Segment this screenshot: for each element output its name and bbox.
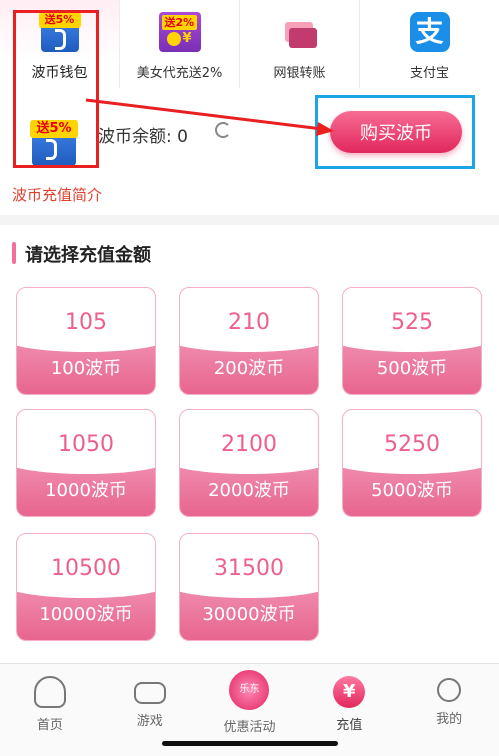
nav-profile-label: 我的 xyxy=(436,712,463,727)
amount-coins: 1000波币 xyxy=(45,480,127,501)
alipay-glyph: 支 xyxy=(409,12,450,52)
tab-wallet-label: 波币钱包 xyxy=(31,65,88,81)
tab-beauty-recharge-label: 美女代充送2% xyxy=(136,66,223,81)
amount-card[interactable]: 2100 2000波币 xyxy=(179,409,319,517)
nav-profile[interactable]: 我的 xyxy=(399,664,499,756)
home-icon xyxy=(33,676,66,708)
amount-section: 请选择充值金额 105 100波币 210 200波币 525 500波币 10… xyxy=(0,225,499,663)
amount-card[interactable]: 1050 1000波币 xyxy=(16,409,156,517)
amount-coins: 2000波币 xyxy=(208,480,290,501)
amount-price: 525 xyxy=(391,310,433,335)
balance-label: 波币余额: 0 xyxy=(98,127,188,147)
amount-price: 1050 xyxy=(58,432,114,457)
amount-coins: 200波币 xyxy=(213,358,285,379)
nav-promotions-label: 优惠活动 xyxy=(223,720,276,735)
nav-recharge-label: 充值 xyxy=(336,718,363,733)
wallet-bonus-badge: 送5% xyxy=(38,12,81,28)
wallet-icon: 送5% xyxy=(38,12,81,54)
amount-coins: 5000波币 xyxy=(371,480,453,501)
amount-card[interactable]: 31500 30000波币 xyxy=(179,533,319,641)
home-indicator xyxy=(162,741,338,746)
section-title-bar xyxy=(12,242,16,264)
gamepad-icon xyxy=(133,682,166,704)
amount-card[interactable]: 525 500波币 xyxy=(342,287,482,395)
tab-alipay[interactable]: 支 支付宝 xyxy=(360,0,499,88)
wallet-large-badge: 送5% xyxy=(30,120,78,138)
tab-wallet[interactable]: 送5% 波币钱包 xyxy=(0,0,120,88)
amount-price: 210 xyxy=(228,310,270,335)
tab-alipay-label: 支付宝 xyxy=(409,66,449,81)
amount-card[interactable]: 5250 5000波币 xyxy=(342,409,482,517)
amount-price: 105 xyxy=(65,310,107,335)
recharge-icon: ¥ xyxy=(333,676,366,708)
bank-card-icon xyxy=(279,12,321,54)
amount-coins: 100波币 xyxy=(50,358,122,379)
buy-coins-button[interactable]: 购买波币 xyxy=(330,111,462,153)
section-title: 请选择充值金额 xyxy=(25,245,151,266)
amount-price: 31500 xyxy=(214,556,284,581)
nav-games-label: 游戏 xyxy=(136,714,163,729)
tab-beauty-recharge[interactable]: 送2% ¥ 美女代充送2% xyxy=(120,0,240,88)
refresh-icon[interactable] xyxy=(215,122,231,138)
amount-card[interactable]: 105 100波币 xyxy=(16,287,156,395)
tab-bank-transfer[interactable]: 网银转账 xyxy=(240,0,360,88)
amount-coins: 500波币 xyxy=(376,358,448,379)
amount-price: 5250 xyxy=(384,432,440,457)
profile-icon xyxy=(437,678,462,702)
amount-price: 10500 xyxy=(51,556,121,581)
wallet-large-icon: 送5% xyxy=(30,120,78,168)
nav-home[interactable]: 首页 xyxy=(0,664,100,756)
payment-method-tabs: 送5% 波币钱包 送2% ¥ 美女代充送2% 网银转账 支 支付宝 xyxy=(0,0,499,88)
amount-card[interactable]: 210 200波币 xyxy=(179,287,319,395)
tab-bank-transfer-label: 网银转账 xyxy=(273,66,326,81)
beauty-recharge-icon: 送2% ¥ xyxy=(158,12,201,54)
beauty-bonus-badge: 送2% xyxy=(161,15,198,30)
coin-intro-link[interactable]: 波币充值简介 xyxy=(12,184,102,205)
amount-card[interactable]: 10500 10000波币 xyxy=(16,533,156,641)
amount-coins: 30000波币 xyxy=(202,604,296,625)
alipay-icon: 支 xyxy=(409,12,451,54)
nav-home-label: 首页 xyxy=(36,718,63,733)
promo-icon: 乐东 xyxy=(229,670,270,710)
amount-price: 2100 xyxy=(221,432,277,457)
amount-coins: 10000波币 xyxy=(39,604,133,625)
